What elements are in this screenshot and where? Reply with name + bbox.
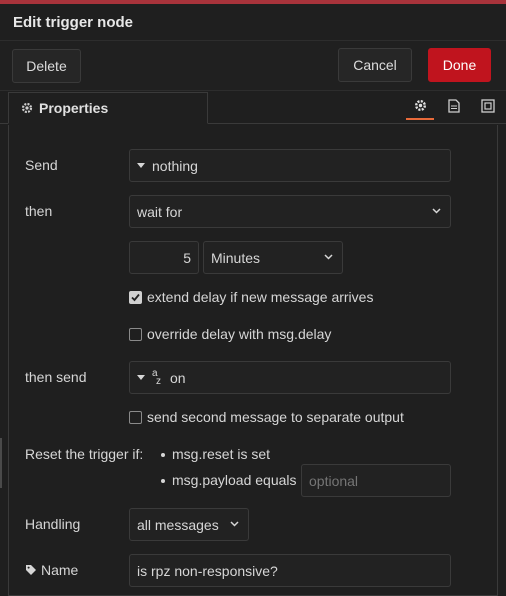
second-output-label: send second message to separate output xyxy=(147,409,404,425)
override-delay-label: override delay with msg.delay xyxy=(147,326,332,342)
gear-icon xyxy=(414,99,426,111)
then-send-label: then send xyxy=(25,369,87,385)
name-label: Name xyxy=(41,562,79,578)
override-delay-checkbox[interactable] xyxy=(129,328,142,341)
send-value: nothing xyxy=(152,157,198,174)
delete-button[interactable]: Delete xyxy=(12,49,81,83)
bullet-dot xyxy=(161,479,165,483)
chevron-down-icon xyxy=(432,208,441,214)
chevron-down-icon xyxy=(324,254,333,260)
tab-description-button[interactable] xyxy=(440,92,468,120)
cancel-button[interactable]: Cancel xyxy=(338,48,412,82)
reset-label: Reset the trigger if: xyxy=(25,446,144,462)
frame-icon xyxy=(481,99,495,113)
checkmark-icon xyxy=(131,293,140,302)
chevron-down-icon xyxy=(230,521,239,527)
chevron-down-icon[interactable] xyxy=(137,163,145,168)
extend-delay-checkbox[interactable] xyxy=(129,291,142,304)
duration-unit-value: Minutes xyxy=(211,249,261,266)
reset-item-msg-reset: msg.reset is set xyxy=(172,446,271,462)
handling-select[interactable]: all messages xyxy=(129,508,249,541)
document-icon xyxy=(448,99,460,113)
tab-properties-label: Properties xyxy=(39,100,109,116)
then-value: wait for xyxy=(137,203,183,220)
then-label: then xyxy=(25,203,53,219)
send-label: Send xyxy=(25,157,58,173)
tab-settings-button[interactable] xyxy=(406,92,434,120)
duration-unit-select[interactable]: Minutes xyxy=(203,241,343,274)
bullet-dot xyxy=(161,453,165,457)
send-typed-input[interactable]: nothing xyxy=(129,149,451,182)
reset-payload-input[interactable] xyxy=(301,464,451,497)
duration-input[interactable]: 5 xyxy=(129,241,199,274)
reset-item-payload-equals: msg.payload equals xyxy=(172,472,297,488)
button-bar: Delete Cancel Done xyxy=(0,40,506,91)
title-accent-line xyxy=(0,0,506,4)
handling-value: all messages xyxy=(137,516,219,533)
duration-value: 5 xyxy=(183,249,191,266)
dialog-title: Edit trigger node xyxy=(13,14,133,31)
name-label-row: Name xyxy=(25,562,78,578)
gear-icon xyxy=(21,102,33,114)
handling-label: Handling xyxy=(25,516,81,532)
chevron-down-icon[interactable] xyxy=(137,375,145,380)
then-send-typed-input[interactable]: a z on xyxy=(129,361,451,394)
done-button[interactable]: Done xyxy=(428,48,491,82)
string-type-icon: a z xyxy=(152,367,161,387)
then-send-value: on xyxy=(170,369,186,386)
second-output-checkbox[interactable] xyxy=(129,411,142,424)
tab-properties[interactable]: Properties xyxy=(8,92,208,124)
then-select[interactable]: wait for xyxy=(129,195,451,228)
tab-bar: Properties xyxy=(0,92,506,124)
scrollbar-edge[interactable] xyxy=(0,438,2,488)
tag-icon xyxy=(26,565,36,575)
extend-delay-label: extend delay if new message arrives xyxy=(147,289,374,305)
name-value: is rpz non-responsive? xyxy=(137,562,278,579)
tab-appearance-button[interactable] xyxy=(474,92,502,120)
name-input[interactable]: is rpz non-responsive? xyxy=(129,554,451,587)
